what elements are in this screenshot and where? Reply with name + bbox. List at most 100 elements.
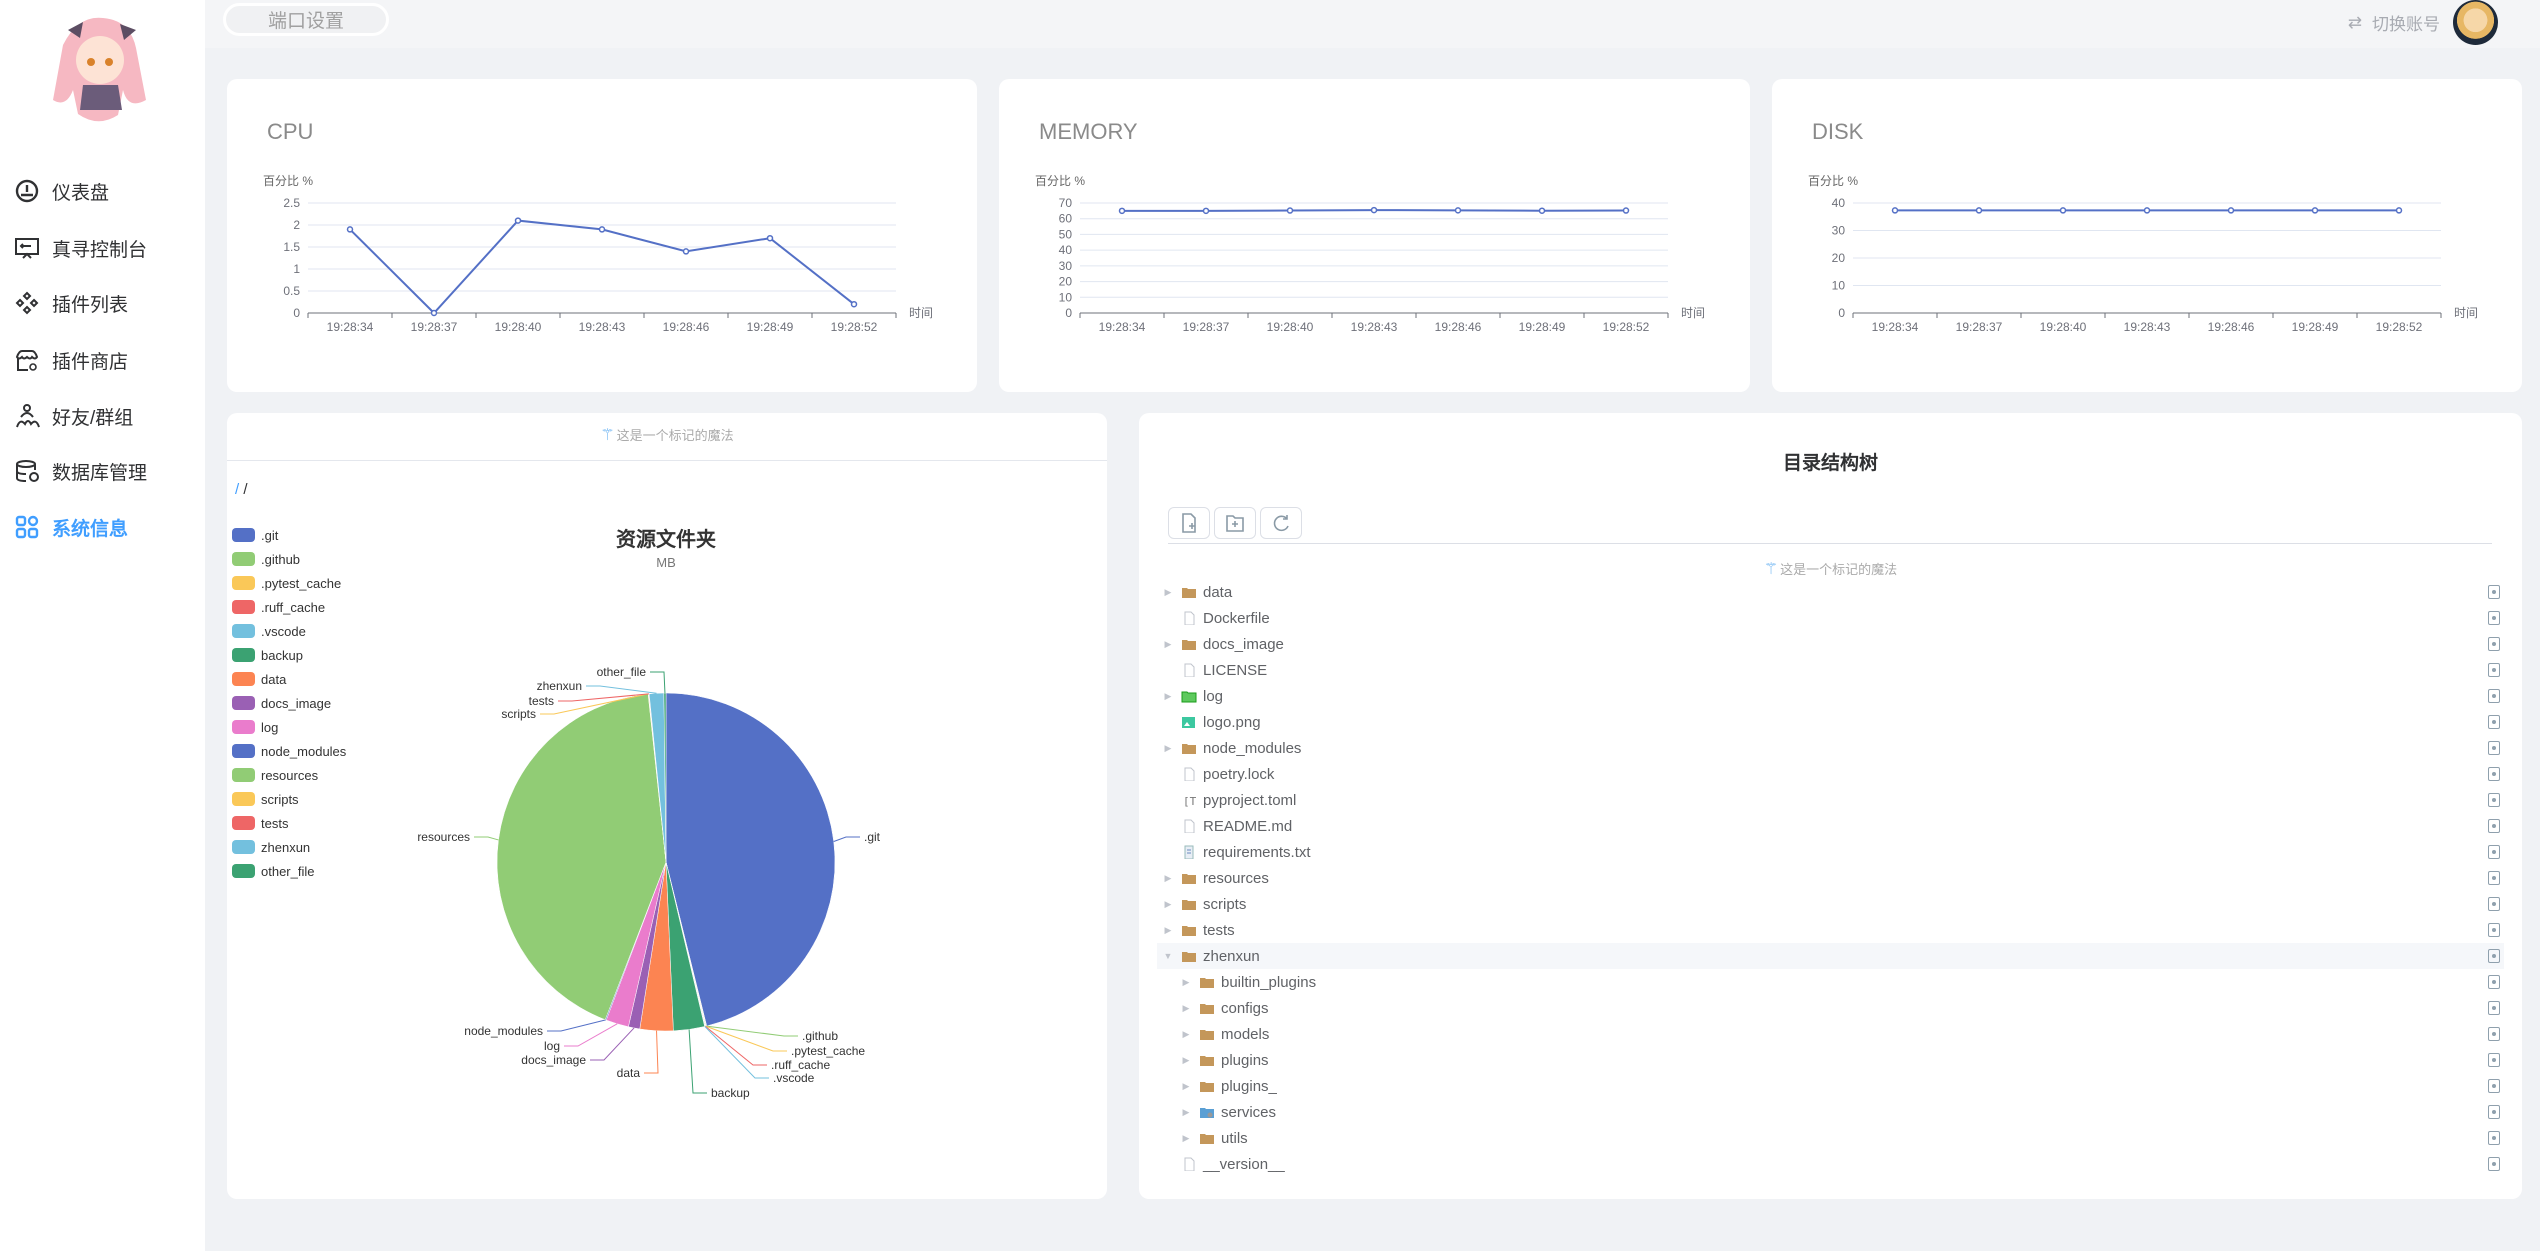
sidebar-item-4[interactable]: 好友/群组 (14, 399, 133, 433)
tree-node[interactable]: ▶ plugins (1157, 1047, 2504, 1073)
switch-account-button[interactable]: ⇄ 切换账号 (2348, 10, 2440, 35)
node-settings-icon[interactable] (2488, 897, 2500, 911)
data-point[interactable] (1286, 207, 1294, 214)
node-settings-icon[interactable] (2488, 741, 2500, 755)
tree-node[interactable]: ▶ scripts (1157, 891, 2504, 917)
user-avatar[interactable] (2453, 0, 2498, 45)
node-settings-icon[interactable] (2488, 793, 2500, 807)
tree-node[interactable]: ▶ builtin_plugins (1157, 969, 2504, 995)
sidebar-item-6[interactable]: 系统信息 (14, 510, 128, 544)
data-point[interactable] (2311, 207, 2319, 214)
data-point[interactable] (850, 300, 858, 308)
refresh-button[interactable] (1260, 507, 1302, 539)
tree-node-label: utils (1221, 1129, 1248, 1147)
x-tick-label: 19:28:37 (1956, 320, 2003, 334)
tree-node[interactable]: ▶ configs (1157, 995, 2504, 1021)
tree-node[interactable]: ▶ utils (1157, 1125, 2504, 1151)
data-point[interactable] (430, 309, 438, 317)
console-icon (15, 238, 39, 259)
expand-arrow-icon[interactable]: ▶ (1163, 587, 1173, 598)
expand-arrow-icon[interactable]: ▶ (1163, 899, 1173, 910)
tree-node[interactable]: ▶ node_modules (1157, 735, 2504, 761)
expand-arrow-icon[interactable]: ▶ (1163, 925, 1173, 936)
node-settings-icon[interactable] (2488, 611, 2500, 625)
sidebar-item-1[interactable]: 真寻控制台 (14, 231, 147, 265)
node-settings-icon[interactable] (2488, 845, 2500, 859)
tree-node[interactable]: requirements.txt (1157, 839, 2504, 865)
tree-node[interactable]: [T] pyproject.toml (1157, 787, 2504, 813)
data-point[interactable] (1891, 207, 1899, 214)
node-settings-icon[interactable] (2488, 819, 2500, 833)
node-settings-icon[interactable] (2488, 949, 2500, 963)
expand-arrow-icon[interactable]: ▶ (1181, 1081, 1191, 1092)
node-settings-icon[interactable] (2488, 1157, 2500, 1171)
tree-node[interactable]: __version__ (1157, 1151, 2504, 1177)
expand-arrow-icon[interactable]: ▶ (1181, 1055, 1191, 1066)
tree-node[interactable]: logo.png (1157, 709, 2504, 735)
node-settings-icon[interactable] (2488, 1079, 2500, 1093)
node-settings-icon[interactable] (2488, 1131, 2500, 1145)
node-settings-icon[interactable] (2488, 767, 2500, 781)
new-file-button[interactable] (1168, 507, 1210, 539)
data-point[interactable] (1454, 207, 1462, 214)
port-settings-button[interactable]: 端口设置 (223, 3, 389, 36)
sidebar-item-5[interactable]: 数据库管理 (14, 454, 147, 488)
data-point[interactable] (2143, 207, 2151, 214)
tree-node[interactable]: poetry.lock (1157, 761, 2504, 787)
data-point[interactable] (2227, 207, 2235, 214)
data-point[interactable] (1975, 207, 1983, 214)
expand-arrow-icon[interactable]: ▶ (1181, 1003, 1191, 1014)
expand-arrow-icon[interactable]: ▶ (1181, 1029, 1191, 1040)
tree-node[interactable]: ▶ tests (1157, 917, 2504, 943)
data-point[interactable] (2059, 207, 2067, 214)
expand-arrow-icon[interactable]: ▶ (1163, 691, 1173, 702)
data-point[interactable] (1118, 207, 1126, 215)
expand-arrow-icon[interactable]: ▶ (1163, 639, 1173, 650)
tree-node[interactable]: Dockerfile (1157, 605, 2504, 631)
sidebar-item-0[interactable]: 仪表盘 (14, 174, 109, 208)
tree-node[interactable]: ▶ resources (1157, 865, 2504, 891)
node-settings-icon[interactable] (2488, 1053, 2500, 1067)
tree-node[interactable]: ▼ zhenxun (1157, 943, 2504, 969)
node-settings-icon[interactable] (2488, 585, 2500, 599)
expand-arrow-icon[interactable]: ▼ (1163, 951, 1173, 961)
tree-node[interactable]: ▶ models (1157, 1021, 2504, 1047)
tree-node[interactable]: ▶ data (1157, 585, 2504, 605)
sidebar-item-3[interactable]: 插件商店 (14, 343, 128, 377)
node-settings-icon[interactable] (2488, 975, 2500, 989)
data-point[interactable] (1538, 207, 1546, 214)
node-settings-icon[interactable] (2488, 871, 2500, 885)
tree-node[interactable]: ▶ log (1157, 683, 2504, 709)
data-point[interactable] (682, 248, 690, 255)
tree-node[interactable]: ▶ services (1157, 1099, 2504, 1125)
node-settings-icon[interactable] (2488, 1001, 2500, 1015)
data-point[interactable] (514, 217, 522, 224)
tree-node[interactable]: LICENSE (1157, 657, 2504, 683)
new-folder-button[interactable] (1214, 507, 1256, 539)
sidebar-item-2[interactable]: 插件列表 (14, 286, 128, 320)
data-point[interactable] (598, 226, 606, 233)
data-point[interactable] (1202, 207, 1210, 215)
node-settings-icon[interactable] (2488, 663, 2500, 677)
pie-label: .github (802, 1029, 838, 1043)
expand-arrow-icon[interactable]: ▶ (1181, 1107, 1191, 1118)
expand-arrow-icon[interactable]: ▶ (1181, 1133, 1191, 1144)
data-point[interactable] (2395, 207, 2403, 214)
data-point[interactable] (1622, 207, 1630, 214)
x-tick-label: 19:28:52 (2376, 320, 2423, 334)
expand-arrow-icon[interactable]: ▶ (1163, 743, 1173, 754)
data-point[interactable] (766, 234, 774, 242)
tree-node[interactable]: ▶ plugins_ (1157, 1073, 2504, 1099)
node-settings-icon[interactable] (2488, 1027, 2500, 1041)
tree-node[interactable]: ▶ docs_image (1157, 631, 2504, 657)
node-settings-icon[interactable] (2488, 689, 2500, 703)
node-settings-icon[interactable] (2488, 923, 2500, 937)
data-point[interactable] (1370, 206, 1378, 214)
node-settings-icon[interactable] (2488, 637, 2500, 651)
expand-arrow-icon[interactable]: ▶ (1181, 977, 1191, 988)
node-settings-icon[interactable] (2488, 715, 2500, 729)
data-point[interactable] (346, 226, 354, 233)
tree-node[interactable]: README.md (1157, 813, 2504, 839)
node-settings-icon[interactable] (2488, 1105, 2500, 1119)
expand-arrow-icon[interactable]: ▶ (1163, 873, 1173, 884)
